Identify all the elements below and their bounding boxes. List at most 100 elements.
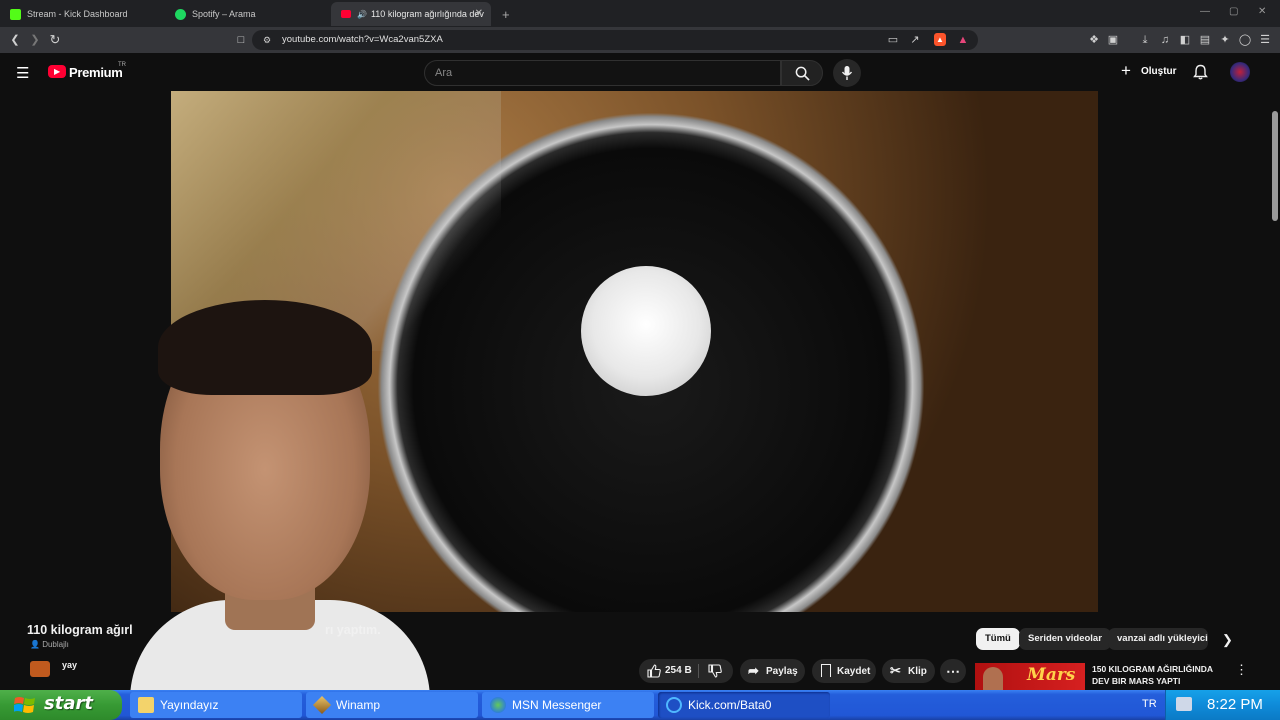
taskbar-button-winamp[interactable]: Winamp — [306, 692, 478, 718]
search-input[interactable]: Ara — [424, 60, 781, 86]
search-placeholder: Ara — [435, 67, 453, 79]
dubbed-icon: 👤 — [30, 640, 40, 649]
notifications-bell-icon[interactable] — [1193, 64, 1208, 80]
chip-series[interactable]: Seriden videolar — [1019, 628, 1111, 650]
address-bar[interactable]: ⚙ youtube.com/watch?v=Wca2van5ZXA ▭ ↗ ▲ … — [252, 30, 978, 50]
thumbs-down-icon[interactable] — [708, 664, 722, 678]
site-info-icon[interactable]: ⚙ — [260, 33, 274, 47]
microphone-icon — [841, 66, 853, 80]
taskbar-button-label: MSN Messenger — [512, 698, 602, 712]
tab-spotify[interactable]: Spotify – Arama — [165, 2, 330, 26]
video-title-end: rı yaptım. — [325, 623, 381, 637]
clip-button[interactable]: ✂ Klip — [882, 659, 935, 683]
tab-label: Stream - Kick Dashboard — [27, 9, 128, 19]
media-icon[interactable]: ♫ — [1158, 33, 1172, 47]
downloads-icon[interactable]: ⤓ — [1138, 33, 1152, 47]
sidebar-icon[interactable]: ◧ — [1178, 33, 1192, 47]
like-divider — [698, 664, 699, 678]
recommendation-title[interactable]: 150 KILOGRAM AĞIRLIĞINDA DEV BIR MARS YA… — [1092, 663, 1232, 687]
recommendation-thumbnail[interactable]: Mars — [975, 663, 1085, 691]
create-button[interactable]: Oluştur — [1141, 66, 1177, 77]
channel-name[interactable]: yay — [62, 660, 77, 670]
webcam-overlay — [130, 300, 430, 700]
like-count[interactable]: 254 B — [665, 665, 692, 676]
save-icon — [821, 664, 831, 677]
language-indicator[interactable]: TR — [1142, 698, 1157, 710]
back-icon[interactable]: ❮ — [8, 33, 22, 47]
taskbar-button-folder[interactable]: Yayındayız — [130, 692, 302, 718]
tab-label: Spotify – Arama — [192, 9, 256, 19]
share-button[interactable]: ➦ Paylaş — [740, 659, 805, 683]
thumbs-up-icon[interactable] — [647, 664, 661, 678]
menu-icon[interactable]: ☰ — [1258, 33, 1272, 47]
dubbed-label: Dublajlı — [42, 640, 69, 649]
new-tab-button[interactable]: + — [492, 2, 516, 26]
avatar[interactable] — [1230, 62, 1250, 82]
taskbar-button-label: Winamp — [336, 698, 381, 712]
brave-rewards-icon[interactable]: ▲ — [956, 33, 970, 47]
cast-icon[interactable]: ▭ — [886, 33, 900, 47]
share-label: Paylaş — [766, 665, 798, 677]
screenshot-icon[interactable]: ▣ — [1106, 33, 1120, 47]
network-icon[interactable] — [1176, 697, 1192, 711]
mixer-hub-image — [581, 266, 711, 396]
chips-next-icon[interactable]: ❯ — [1222, 632, 1233, 648]
region-code: TR — [118, 62, 126, 68]
more-actions-button[interactable]: ⋯ — [940, 659, 966, 683]
msn-messenger-icon — [490, 697, 506, 713]
close-tab-icon[interactable]: ✕ — [475, 8, 483, 19]
taskbar-button-msn[interactable]: MSN Messenger — [482, 692, 654, 718]
winamp-icon — [312, 695, 332, 715]
windows-logo-icon — [14, 697, 35, 713]
share-icon: ➦ — [748, 663, 759, 678]
taskbar-button-label: Yayındayız — [160, 698, 219, 712]
chip-uploader[interactable]: vanzai adlı yükleyicid — [1108, 628, 1208, 650]
chip-all[interactable]: Tümü — [976, 628, 1020, 650]
scissors-icon: ✂ — [890, 663, 901, 678]
tab-youtube-active[interactable]: 🔊 110 kilogram ağırlığında dev ✕ — [331, 2, 491, 26]
vpn-shield-icon[interactable]: ◯ — [1238, 33, 1252, 47]
channel-avatar[interactable] — [30, 661, 50, 677]
leo-ai-icon[interactable]: ✦ — [1218, 33, 1232, 47]
share-page-icon[interactable]: ↗ — [908, 33, 922, 47]
overlay-hair — [158, 300, 372, 395]
taskbar-button-browser[interactable]: Kick.com/Bata0 — [658, 692, 830, 718]
extensions-icon[interactable]: ❖ — [1087, 33, 1101, 47]
speaker-icon: 🔊 — [357, 9, 367, 19]
taskbar-button-label: Kick.com/Bata0 — [688, 698, 772, 712]
start-label: start — [44, 693, 93, 714]
minimize-icon[interactable]: — — [1200, 6, 1210, 17]
kick-favicon-icon — [10, 8, 21, 20]
youtube-logo-icon[interactable]: ▶ — [48, 65, 66, 78]
reload-icon[interactable]: ↻ — [48, 33, 62, 47]
save-button[interactable]: Kaydet — [812, 659, 876, 683]
wallet-icon[interactable]: ▤ — [1198, 33, 1212, 47]
start-button[interactable]: start — [0, 690, 122, 720]
search-button[interactable] — [781, 60, 823, 86]
youtube-favicon-icon — [341, 10, 351, 18]
brave-shield-icon[interactable]: ▲ — [934, 33, 946, 46]
thumbnail-mars-logo: Mars — [1027, 665, 1076, 685]
voice-search-button[interactable] — [833, 59, 861, 87]
more-vertical-icon[interactable]: ⋮ — [1235, 662, 1248, 678]
forward-icon[interactable]: ❯ — [28, 33, 42, 47]
like-dislike-group: 254 B — [639, 659, 733, 683]
dubbed-badge: 👤 Dublajlı — [30, 640, 69, 649]
close-window-icon[interactable]: ✕ — [1258, 6, 1266, 17]
save-label: Kaydet — [837, 665, 871, 677]
clock[interactable]: 8:22 PM — [1207, 696, 1263, 713]
page-scrollbar[interactable] — [1270, 91, 1280, 690]
scrollbar-thumb[interactable] — [1272, 111, 1278, 221]
play-icon: ▶ — [54, 67, 61, 76]
youtube-header: ☰ ▶ Premium TR Ara + Oluştur — [0, 53, 1280, 91]
tab-label: 110 kilogram ağırlığında dev — [370, 9, 484, 19]
premium-logo-text: Premium — [69, 65, 123, 80]
maximize-icon[interactable]: ▢ — [1229, 6, 1238, 17]
video-title-start: 110 kilogram ağırl — [27, 623, 133, 637]
spotify-favicon-icon — [175, 8, 186, 20]
bookmark-icon[interactable]: □ — [234, 33, 248, 47]
hamburger-menu-icon[interactable]: ☰ — [16, 64, 29, 82]
tab-kick-dashboard[interactable]: Stream - Kick Dashboard — [0, 2, 165, 26]
browser-toolbar: ❮ ❯ ↻ □ ⚙ youtube.com/watch?v=Wca2van5ZX… — [0, 27, 1280, 53]
taskbar: start Yayındayız Winamp MSN Messenger Ki… — [0, 690, 1280, 720]
